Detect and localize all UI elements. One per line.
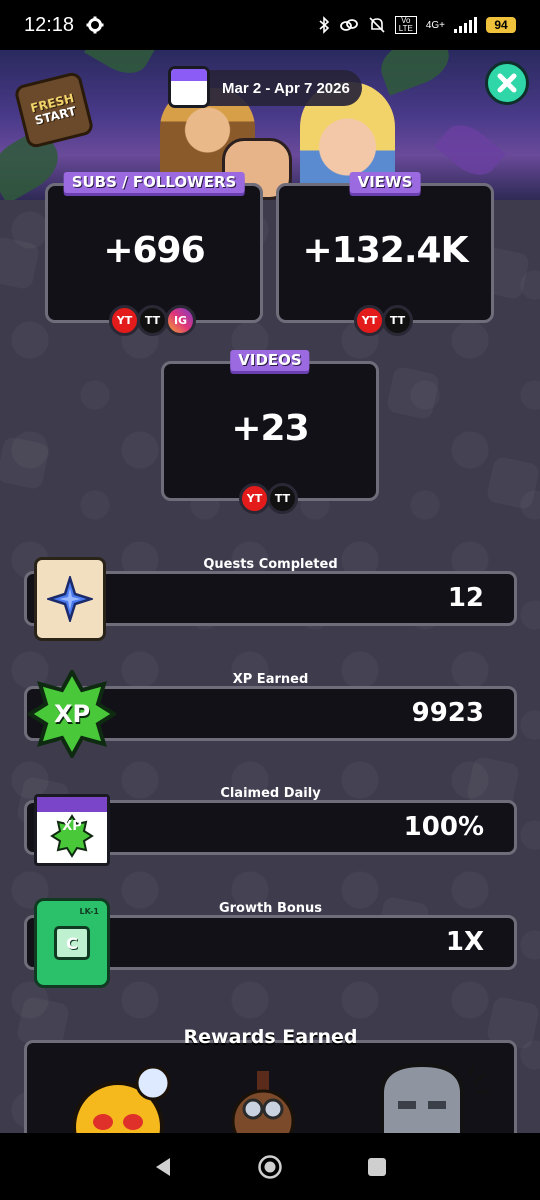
pattern-tile <box>0 435 51 491</box>
volte-indicator: Vo LTE <box>394 16 417 34</box>
pattern-tile <box>385 365 441 421</box>
gear-icon <box>86 16 104 34</box>
xp-earned-value: 9923 <box>411 698 484 728</box>
star-scroll-icon <box>34 557 106 641</box>
subs-followers-label: SUBS / FOLLOWERS <box>63 172 245 193</box>
battery-indicator: 94 <box>486 17 516 33</box>
youtube-badge: YT <box>239 483 270 514</box>
sparkle-star-icon <box>47 576 93 622</box>
back-icon[interactable] <box>152 1156 174 1178</box>
videos-label: VIDEOS <box>230 350 310 371</box>
pattern-tile <box>485 455 540 511</box>
tiktok-badge: TT <box>137 305 168 336</box>
youtube-badge: YT <box>354 305 385 336</box>
platform-badges: YT TT <box>239 483 298 514</box>
status-icons: Vo LTE 4G+ 94 <box>318 16 516 34</box>
daily-calendar-icon: XP <box>34 794 110 866</box>
calendar-icon <box>168 66 210 108</box>
xp-badge-icon: XP <box>28 670 116 758</box>
close-button[interactable] <box>485 61 529 105</box>
banner-leaf <box>374 50 456 96</box>
subs-followers-card: SUBS / FOLLOWERS +696 YT TT IG <box>45 172 263 336</box>
bluetooth-icon <box>319 16 329 34</box>
growth-machine-icon: LK-1 C <box>34 898 110 988</box>
network-type: 4G+ <box>425 19 445 31</box>
subs-followers-value: +696 <box>103 230 205 271</box>
youtube-badge: YT <box>109 305 140 336</box>
growth-bonus-value: 1X <box>445 927 484 957</box>
muted-bell-icon <box>369 17 385 33</box>
home-icon[interactable] <box>257 1154 283 1180</box>
videos-value: +23 <box>231 408 309 449</box>
status-bar: 12:18 Vo LTE 4G+ 94 <box>0 0 540 50</box>
videos-card: VIDEOS +23 YT TT <box>161 350 379 514</box>
signal-icon <box>454 17 477 33</box>
platform-badges: YT TT <box>354 305 413 336</box>
system-nav-bar <box>0 1133 540 1200</box>
claimed-daily-value: 100% <box>403 812 484 842</box>
quests-completed-value: 12 <box>447 583 484 613</box>
tiktok-badge: TT <box>267 483 298 514</box>
date-range-text: Mar 2 - Apr 7 2026 <box>222 79 350 97</box>
tiktok-badge: TT <box>382 305 413 336</box>
views-label: VIEWS <box>349 172 421 193</box>
growth-icon-label: LK-1 <box>79 907 100 916</box>
banner-leaf <box>434 115 506 185</box>
xp-icon-text: XP <box>53 700 91 728</box>
recents-icon[interactable] <box>366 1156 388 1178</box>
rewards-earned-title: Rewards Earned <box>183 1026 358 1048</box>
fresh-start-badge: FRESH START <box>13 70 95 150</box>
growth-icon-letter: C <box>54 926 90 960</box>
instagram-badge: IG <box>165 305 196 336</box>
link-icon <box>339 19 358 31</box>
status-time: 12:18 <box>24 13 75 36</box>
close-icon <box>497 73 517 93</box>
banner-leaf <box>84 50 156 83</box>
daily-icon-text: XP <box>62 819 82 834</box>
views-card: VIEWS +132.4K YT TT <box>276 172 494 336</box>
views-value: +132.4K <box>302 230 469 271</box>
platform-badges: YT TT IG <box>109 305 196 336</box>
pattern-tile <box>0 235 41 291</box>
